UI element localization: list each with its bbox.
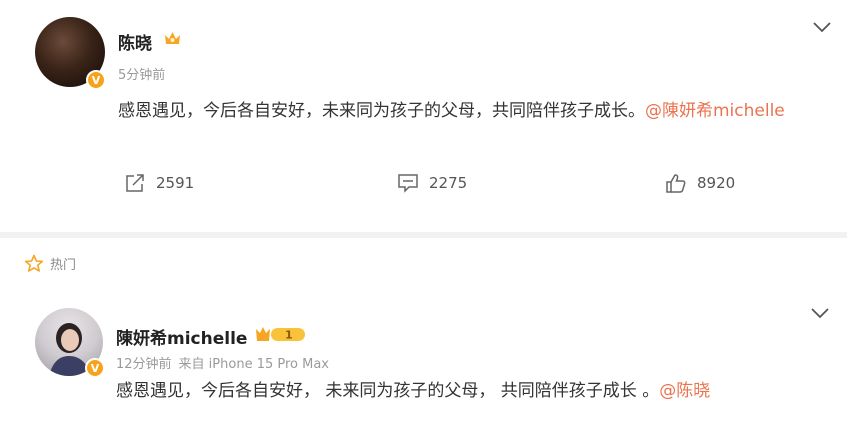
crown-icon	[165, 32, 180, 44]
hot-section-header: 热门	[24, 254, 76, 273]
post-timestamp[interactable]: 5分钟前	[118, 64, 165, 83]
like-count: 8920	[697, 174, 736, 192]
weibo-post: V 陈晓 5分钟前 感恩遇见，今后各自安好，未来同为孩子的父母，共同陪伴孩子成长…	[0, 0, 847, 232]
reply-timestamp[interactable]: 12分钟前	[116, 357, 172, 372]
chevron-down-icon[interactable]	[810, 307, 830, 319]
mention-link[interactable]: @陈晓	[659, 381, 710, 401]
vip-level-text: 1	[285, 329, 293, 342]
reply-meta: 12分钟前 来自 iPhone 15 Pro Max	[116, 353, 329, 372]
reply-author-name[interactable]: 陳妍希michelle	[116, 324, 247, 349]
comment-count: 2275	[429, 174, 468, 192]
reply-text: 感恩遇见，今后各自安好， 未来同为孩子的父母， 共同陪伴孩子成长 。	[116, 381, 660, 401]
thumbs-up-icon	[666, 174, 686, 193]
post-author-name[interactable]: 陈晓	[118, 29, 152, 54]
repost-icon	[126, 174, 144, 192]
comment-button[interactable]: 2275	[397, 173, 467, 193]
post-text: 感恩遇见，今后各自安好，未来同为孩子的父母，共同陪伴孩子成长。	[118, 101, 645, 121]
hot-section-label: 热门	[50, 258, 77, 273]
chevron-down-icon[interactable]	[812, 21, 832, 33]
section-divider	[0, 232, 847, 238]
verified-badge-icon: V	[85, 358, 105, 378]
comment-icon	[398, 174, 418, 193]
star-icon	[24, 254, 44, 272]
verified-badge-icon: V	[86, 70, 106, 90]
mention-link[interactable]: @陳妍希michelle	[645, 101, 785, 121]
repost-button[interactable]: 2591	[124, 173, 194, 193]
vip-level-badge: 1	[256, 327, 305, 342]
like-button[interactable]: 8920	[665, 173, 735, 193]
repost-count: 2591	[156, 174, 195, 192]
post-content: 感恩遇见，今后各自安好，未来同为孩子的父母，共同陪伴孩子成长。@陳妍希miche…	[118, 96, 818, 127]
reply-source: 来自 iPhone 15 Pro Max	[178, 357, 329, 372]
reply-content: 感恩遇见，今后各自安好， 未来同为孩子的父母， 共同陪伴孩子成长 。@陈晓	[116, 379, 816, 403]
